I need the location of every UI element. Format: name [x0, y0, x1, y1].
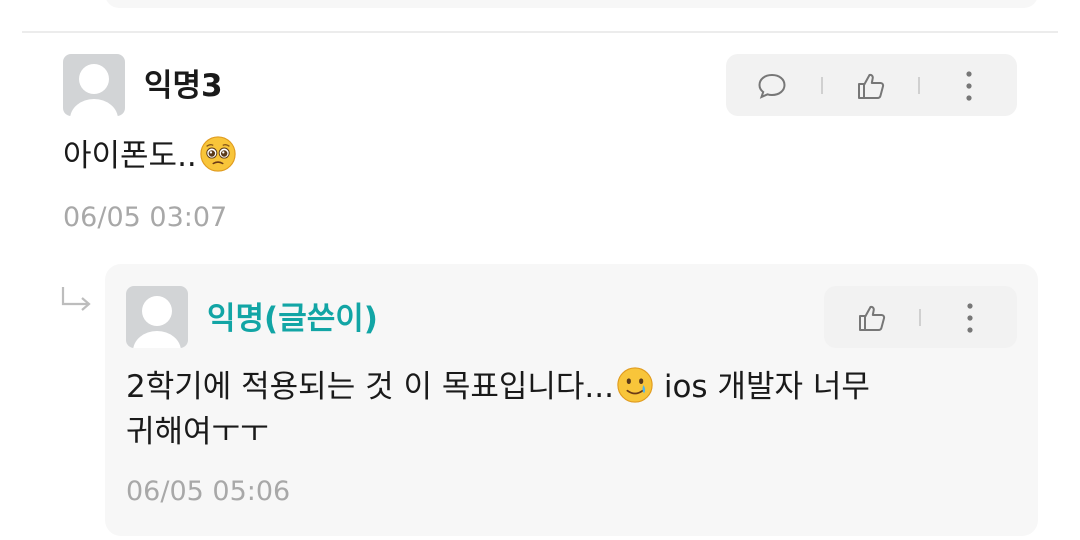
reply-actions	[824, 286, 1017, 348]
smiling-face-with-tear-emoji	[617, 367, 653, 403]
separator	[918, 77, 920, 94]
reply-arrow-icon	[61, 287, 91, 311]
comment-timestamp: 06/05 03:07	[63, 202, 228, 233]
separator	[821, 77, 823, 94]
previous-comment-card	[105, 0, 1038, 8]
comment-actions	[726, 54, 1017, 116]
reply-timestamp: 06/05 05:06	[126, 476, 291, 507]
avatar	[63, 54, 125, 116]
divider	[22, 31, 1058, 33]
reply-icon[interactable]	[756, 70, 788, 102]
more-icon[interactable]	[953, 70, 985, 102]
reply-author: 익명(글쓴이)	[207, 301, 378, 337]
like-icon[interactable]	[856, 302, 888, 334]
comment-text: 아이폰도..	[63, 133, 237, 179]
separator	[919, 309, 921, 326]
pleading-face-emoji	[200, 136, 236, 172]
comment-author: 익명3	[144, 68, 223, 104]
avatar	[126, 286, 188, 348]
reply-text-line2: 귀해여ㅜㅜ	[126, 414, 269, 450]
reply-text-line1: 2학기에 적용되는 것 이 목표입니다... ios 개발자 너무	[126, 364, 870, 410]
more-icon[interactable]	[954, 302, 986, 334]
reply-card: 익명(글쓴이) 2학기에 적용되는 것 이 목표입니다... ios 개발자 너…	[105, 264, 1038, 536]
like-icon[interactable]	[855, 70, 887, 102]
